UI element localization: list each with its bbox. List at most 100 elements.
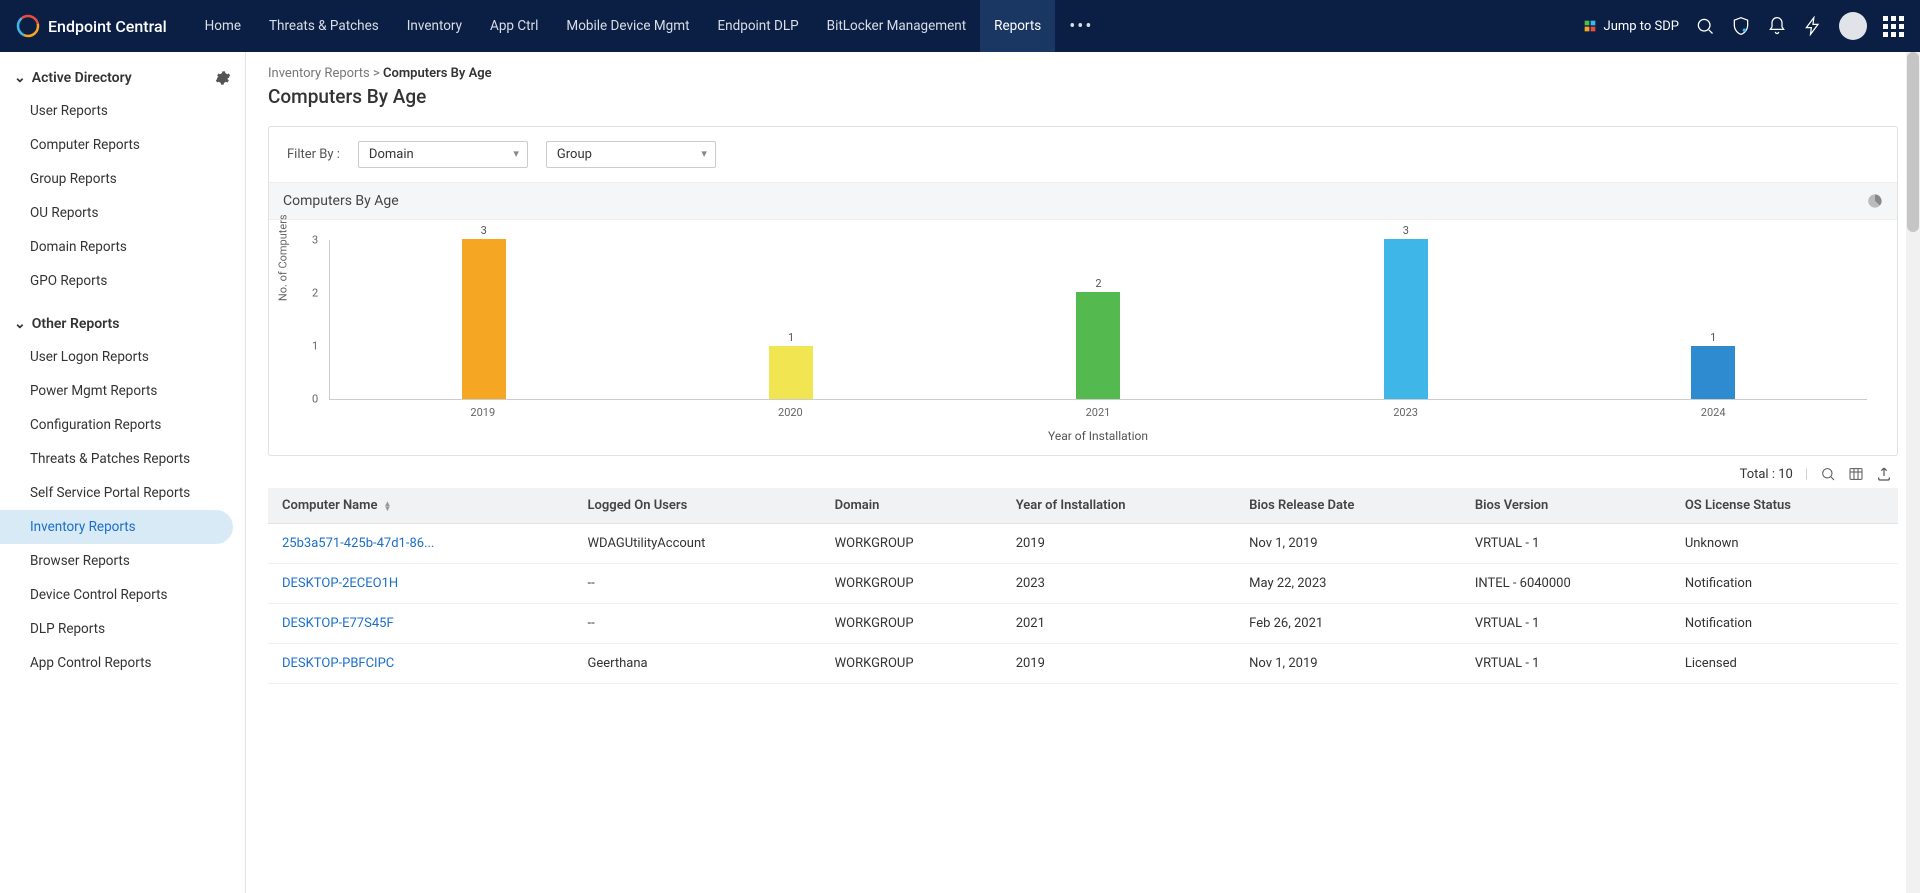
sidebar-item-threats-patches-reports[interactable]: Threats & Patches Reports [0,442,245,476]
columns-icon[interactable] [1848,466,1864,482]
gear-icon[interactable] [215,70,231,86]
search-icon[interactable] [1695,16,1715,36]
chart-bar[interactable] [1691,346,1735,399]
topnav-item-reports[interactable]: Reports [980,0,1055,52]
table-cell-name[interactable]: 25b3a571-425b-47d1-86... [268,524,574,564]
sidebar-item-computer-reports[interactable]: Computer Reports [0,128,245,162]
sort-icon[interactable]: ▲▼ [383,501,391,511]
chart-bar[interactable] [1384,239,1428,399]
table-cell-bios_date: May 22, 2023 [1235,564,1461,604]
topnav-more[interactable]: ••• [1055,16,1107,37]
table-cell-name[interactable]: DESKTOP-PBFCIPC [268,644,574,684]
table-cell-bios_ver: VRTUAL - 1 [1461,604,1671,644]
sidebar-item-user-logon-reports[interactable]: User Logon Reports [0,340,245,374]
bar-value-label: 1 [1710,331,1716,344]
filter-label: Filter By : [287,147,340,162]
table-search-icon[interactable] [1820,466,1836,482]
table-toolbar: Total : 10 | [268,456,1898,488]
table-cell-year: 2023 [1002,564,1235,604]
sidebar-item-power-mgmt-reports[interactable]: Power Mgmt Reports [0,374,245,408]
table-cell-name[interactable]: DESKTOP-2ECEO1H [268,564,574,604]
table-cell-domain: WORKGROUP [821,604,1002,644]
sidebar-item-app-control-reports[interactable]: App Control Reports [0,646,245,680]
table-header-os-license-status[interactable]: OS License Status [1671,488,1898,524]
topnav-item-inventory[interactable]: Inventory [393,0,476,52]
sidebar-item-inventory-reports[interactable]: Inventory Reports [0,510,233,544]
jump-icon [1582,18,1598,34]
export-icon[interactable] [1876,466,1892,482]
group-select[interactable]: Group [546,141,716,168]
table-header-year-of-installation[interactable]: Year of Installation [1002,488,1235,524]
bell-icon[interactable] [1767,16,1787,36]
table-cell-year: 2019 [1002,524,1235,564]
table-cell-bios_date: Feb 26, 2021 [1235,604,1461,644]
bar-value-label: 1 [788,331,794,344]
sidebar-item-domain-reports[interactable]: Domain Reports [0,230,245,264]
sidebar-item-ou-reports[interactable]: OU Reports [0,196,245,230]
sidebar-item-browser-reports[interactable]: Browser Reports [0,544,245,578]
vertical-scrollbar[interactable] [1906,52,1920,893]
top-bar: Endpoint Central HomeThreats & PatchesIn… [0,0,1920,52]
table-cell-bios_date: Nov 1, 2019 [1235,524,1461,564]
sidebar-item-group-reports[interactable]: Group Reports [0,162,245,196]
table-row: DESKTOP-PBFCIPCGeerthanaWORKGROUP2019Nov… [268,644,1898,684]
sidebar-section-active-directory[interactable]: ⌄Active Directory [0,62,245,94]
x-tick: 2024 [1701,406,1726,419]
main-content: Inventory Reports > Computers By Age Com… [246,52,1920,893]
app-logo[interactable]: Endpoint Central [16,14,167,38]
bar-value-label: 3 [481,224,487,237]
table-cell-domain: WORKGROUP [821,564,1002,604]
topnav-item-mobile-device-mgmt[interactable]: Mobile Device Mgmt [552,0,703,52]
sidebar-item-device-control-reports[interactable]: Device Control Reports [0,578,245,612]
pie-chart-icon[interactable] [1867,193,1883,209]
chart-y-axis-label: No. of Computers [277,214,290,301]
table-row: DESKTOP-E77S45F--WORKGROUP2021Feb 26, 20… [268,604,1898,644]
table-header-domain[interactable]: Domain [821,488,1002,524]
table-cell-year: 2019 [1002,644,1235,684]
table-header-logged-on-users[interactable]: Logged On Users [574,488,821,524]
chart-bar[interactable] [769,346,813,399]
sidebar-item-gpo-reports[interactable]: GPO Reports [0,264,245,298]
sidebar-item-configuration-reports[interactable]: Configuration Reports [0,408,245,442]
table-row: DESKTOP-2ECEO1H--WORKGROUP2023May 22, 20… [268,564,1898,604]
breadcrumb: Inventory Reports > Computers By Age [268,66,1898,81]
chevron-down-icon: ⌄ [14,70,26,86]
jump-to-sdp-link[interactable]: Jump to SDP [1582,18,1679,34]
topnav-item-bitlocker-management[interactable]: BitLocker Management [813,0,980,52]
topnav-item-home[interactable]: Home [191,0,255,52]
table-cell-domain: WORKGROUP [821,644,1002,684]
sidebar-item-self-service-portal-reports[interactable]: Self Service Portal Reports [0,476,245,510]
filter-row: Filter By : Domain Group [269,127,1897,183]
logo-icon [16,14,40,38]
table-header-bios-release-date[interactable]: Bios Release Date [1235,488,1461,524]
table-cell-bios_date: Nov 1, 2019 [1235,644,1461,684]
chart-bar[interactable] [1076,292,1120,399]
breadcrumb-parent[interactable]: Inventory Reports [268,66,370,81]
chart-title: Computers By Age [283,193,399,209]
domain-select[interactable]: Domain [358,141,528,168]
table-cell-bios_ver: INTEL - 6040000 [1461,564,1671,604]
bar-value-label: 2 [1095,277,1101,290]
topnav-item-endpoint-dlp[interactable]: Endpoint DLP [704,0,813,52]
table-cell-name[interactable]: DESKTOP-E77S45F [268,604,574,644]
apps-grid-icon[interactable] [1883,16,1904,37]
chart-bar[interactable] [462,239,506,399]
x-tick: 2019 [470,406,495,419]
y-tick: 0 [312,393,318,406]
table-header-bios-version[interactable]: Bios Version [1461,488,1671,524]
sidebar-item-dlp-reports[interactable]: DLP Reports [0,612,245,646]
chart-x-axis-label: Year of Installation [329,429,1867,443]
topnav-item-app-ctrl[interactable]: App Ctrl [476,0,552,52]
sidebar-section-other-reports[interactable]: ⌄Other Reports [0,308,245,340]
bolt-icon[interactable] [1803,16,1823,36]
shield-icon[interactable] [1731,16,1751,36]
table-header-computer-name[interactable]: Computer Name▲▼ [268,488,574,524]
topnav-item-threats-patches[interactable]: Threats & Patches [255,0,393,52]
sidebar-item-user-reports[interactable]: User Reports [0,94,245,128]
top-right-tools: Jump to SDP [1582,12,1904,40]
table-cell-lic: Notification [1671,604,1898,644]
table-cell-user: -- [574,604,821,644]
y-tick: 1 [312,340,318,353]
table-cell-year: 2021 [1002,604,1235,644]
avatar[interactable] [1839,12,1867,40]
